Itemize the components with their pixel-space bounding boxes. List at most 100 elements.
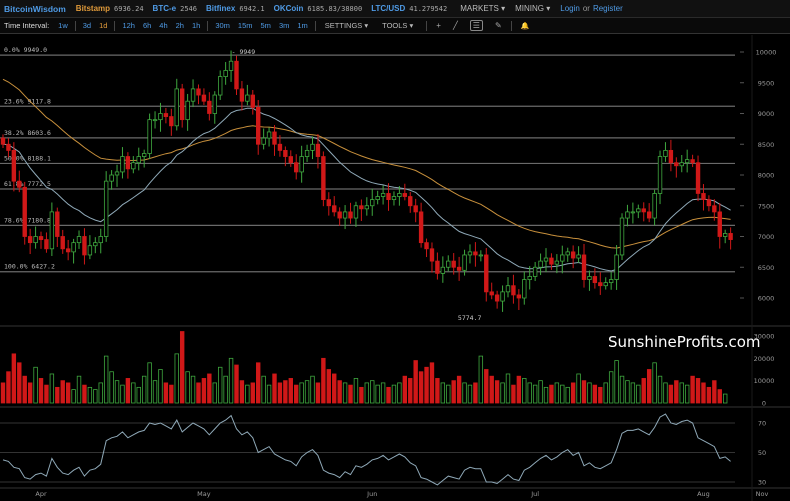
volume-bar	[467, 384, 473, 404]
candle-up	[560, 254, 565, 262]
price-chart[interactable]: 0.0% 9949.023.6% 9117.838.2% 8603.650.0%…	[0, 0, 790, 501]
candle-down	[695, 162, 701, 194]
candle-down	[429, 248, 435, 262]
volume-bar	[712, 380, 717, 404]
candle-up	[722, 233, 728, 237]
volume-bar	[299, 382, 304, 404]
date-label: Jun	[366, 490, 377, 498]
candle-up	[522, 279, 527, 299]
volume-bar	[565, 386, 570, 404]
volume-tick-label: 10000	[754, 377, 775, 385]
watermark: SunshineProfits.com	[608, 333, 761, 351]
volume-bar	[158, 369, 163, 404]
candle-up	[527, 276, 532, 280]
volume-bar	[674, 380, 679, 404]
volume-bar	[701, 382, 706, 404]
volume-tick-label: 0	[762, 400, 766, 408]
candle-down	[294, 162, 299, 173]
candle-up	[212, 94, 217, 114]
volume-bar	[636, 384, 641, 404]
volume-bar	[652, 362, 657, 404]
volume-bar	[581, 380, 587, 404]
candle-down	[473, 251, 478, 256]
volume-bar	[266, 384, 272, 404]
volume-bar	[109, 371, 114, 404]
candle-up	[603, 282, 608, 287]
price-tick-label: 7500	[758, 202, 775, 210]
candle-up	[462, 254, 467, 271]
candle-down	[706, 199, 712, 207]
candle-down	[201, 94, 207, 102]
candle-up	[93, 242, 98, 247]
candle-down	[239, 88, 245, 102]
volume-bar	[163, 382, 169, 404]
fib-level-label: 78.6% 7180.8	[4, 216, 51, 224]
volume-bar	[250, 382, 255, 404]
volume-bar	[0, 382, 6, 404]
candle-up	[98, 236, 103, 244]
candle-down	[408, 196, 413, 207]
candle-up	[684, 159, 690, 164]
candle-up	[310, 143, 315, 151]
volume-bar	[304, 380, 310, 404]
volume-bar	[608, 371, 614, 404]
volume-bar	[38, 378, 44, 404]
volume-bar	[261, 375, 266, 404]
candle-up	[158, 113, 163, 121]
volume-bar	[408, 378, 413, 404]
volume-bar	[6, 371, 11, 404]
candle-up	[185, 100, 190, 121]
volume-bar	[397, 382, 402, 404]
volume-bar	[65, 382, 71, 404]
candle-down	[6, 143, 11, 151]
volume-bar	[283, 380, 288, 404]
candle-up	[49, 211, 55, 250]
candle-down	[55, 211, 60, 237]
volume-bar	[668, 384, 674, 404]
candle-up	[657, 156, 663, 194]
candle-up	[380, 193, 386, 197]
candle-up	[131, 162, 136, 170]
candle-down	[283, 149, 288, 157]
candle-up	[663, 149, 668, 157]
volume-bar	[429, 362, 435, 404]
candle-up	[87, 245, 93, 256]
fib-level-label: 100.0% 6427.2	[4, 263, 55, 271]
candle-up	[76, 236, 82, 244]
volume-bar	[440, 382, 446, 404]
volume-bar	[44, 384, 49, 404]
candle-up	[565, 251, 570, 256]
volume-bar	[462, 382, 467, 404]
volume-bar	[543, 386, 549, 404]
volume-bar	[549, 384, 554, 404]
volume-bar	[494, 380, 500, 404]
candle-up	[223, 70, 228, 77]
volume-bar	[478, 355, 484, 404]
volume-bar	[136, 386, 141, 404]
volume-bar	[310, 375, 315, 404]
candle-down	[65, 248, 71, 253]
candle-down	[0, 137, 6, 145]
candle-down	[277, 143, 283, 151]
volume-bar	[451, 380, 456, 404]
price-tick-label: 10000	[756, 49, 777, 57]
volume-bar	[375, 384, 380, 404]
candle-up	[587, 276, 592, 280]
volume-tick-label: 20000	[754, 355, 775, 363]
price-tick-label: 7000	[758, 233, 775, 241]
volume-bar	[98, 382, 103, 404]
candle-down	[581, 254, 587, 280]
volume-bar	[272, 373, 277, 404]
volume-bar	[614, 360, 619, 404]
price-tick-label: 9500	[758, 79, 775, 87]
candle-up	[532, 266, 538, 277]
volume-bar	[560, 384, 565, 404]
candle-up	[190, 88, 196, 102]
date-label: May	[197, 490, 211, 498]
candle-up	[114, 171, 120, 176]
candle-up	[136, 156, 141, 164]
volume-bar	[49, 373, 55, 404]
volume-bar	[690, 375, 695, 404]
price-tick-label: 6000	[758, 295, 775, 303]
volume-bar	[484, 369, 489, 404]
